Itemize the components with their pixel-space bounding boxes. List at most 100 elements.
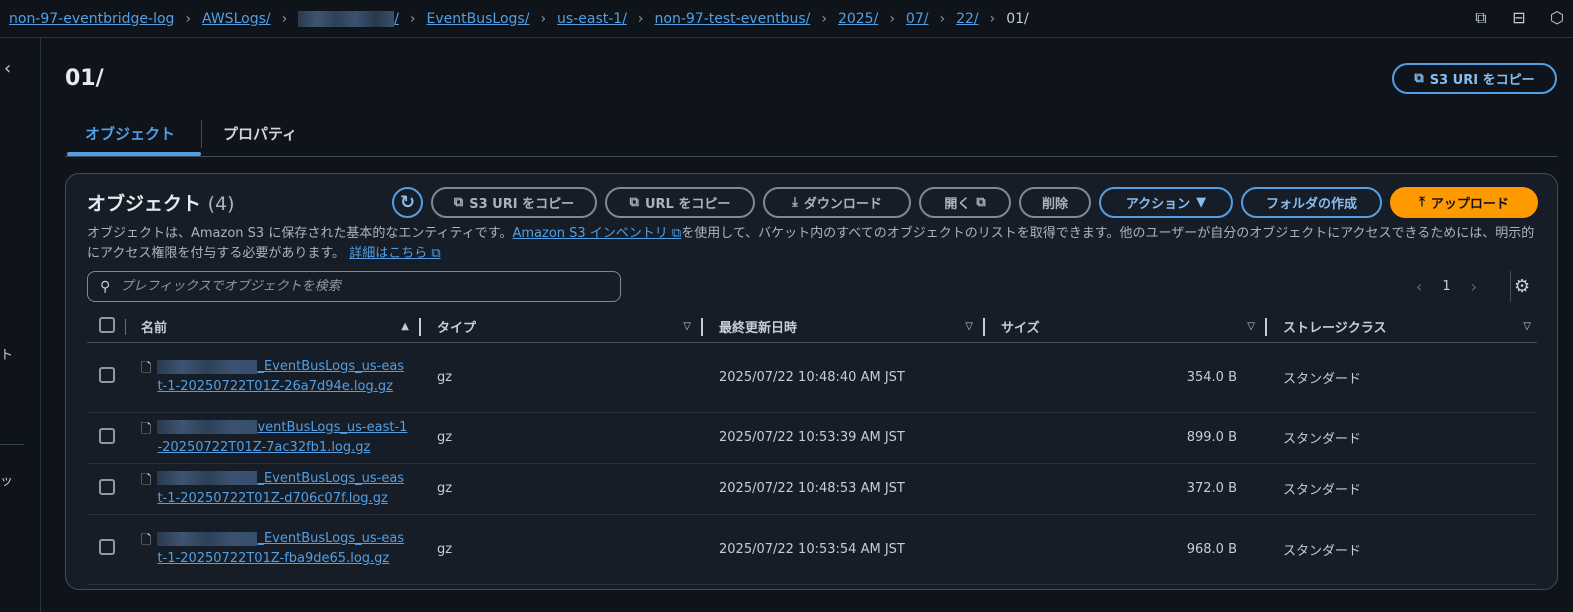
breadcrumb-item[interactable]: AWSLogs/ <box>202 11 271 27</box>
copy-s3-uri-header-button[interactable]: ⧉ S3 URI をコピー <box>1392 63 1557 94</box>
object-link[interactable]: _EventBusLogs_us-east-1-20250722T01Z-fba… <box>157 529 407 569</box>
objects-description: オブジェクトは、Amazon S3 に保存された基本的なエンティティです。Ama… <box>87 226 1535 261</box>
objects-panel: オブジェクト (4) ↻ ⧉ S3 URI をコピー ⧉ URL をコピー ⤓ ダウン… <box>65 173 1558 590</box>
inventory-link[interactable]: Amazon S3 インベントリ ⧉ <box>512 226 681 241</box>
breadcrumb-separator-icon: › <box>889 10 895 27</box>
column-size[interactable]: サイズ ▽ <box>987 312 1269 343</box>
prev-page-icon[interactable]: ‹ <box>1416 277 1422 296</box>
select-all-checkbox[interactable] <box>99 316 115 333</box>
breadcrumb-separator-icon: › <box>409 10 416 27</box>
redacted-segment <box>157 471 258 485</box>
sort-icon: ▽ <box>965 321 973 332</box>
column-resizer[interactable] <box>419 318 421 336</box>
row-checkbox[interactable] <box>99 539 115 555</box>
object-link[interactable]: _EventBusLogs_us-east-1-20250722T01Z-d70… <box>157 469 407 509</box>
page-number[interactable]: 1 <box>1442 279 1450 294</box>
select-all-header <box>87 312 141 343</box>
object-storage-class: スタンダード <box>1269 342 1537 413</box>
upload-button[interactable]: ⤒ アップロード <box>1390 187 1538 218</box>
object-size: 899.0 B <box>987 412 1269 464</box>
row-select-cell <box>87 514 141 585</box>
breadcrumb-item[interactable]: 07/ <box>906 11 929 27</box>
row-checkbox[interactable] <box>99 427 115 444</box>
create-folder-button[interactable]: フォルダの作成 <box>1241 187 1382 218</box>
open-button[interactable]: 開く ⧉ <box>919 187 1011 218</box>
gear-icon[interactable]: ⚙ <box>1514 276 1530 297</box>
row-checkbox[interactable] <box>99 367 115 383</box>
tab-objects[interactable]: オブジェクト <box>85 123 175 144</box>
breadcrumb-item[interactable]: non-97-eventbridge-log <box>9 11 174 27</box>
column-type[interactable]: タイプ ▽ <box>423 312 705 343</box>
collapse-chevron-icon[interactable]: ‹ <box>4 58 11 79</box>
breadcrumb-separator-icon: › <box>939 10 946 27</box>
column-storage-class[interactable]: ストレージクラス ▽ <box>1269 312 1537 343</box>
search-box: ⚲ <box>87 271 621 302</box>
breadcrumb-item[interactable]: / <box>298 10 399 27</box>
object-link[interactable]: ventBusLogs_us-east-1-20250722T01Z-7ac32… <box>157 418 407 458</box>
screen-search-icon[interactable]: ⧉ <box>1471 8 1491 28</box>
object-size: 372.0 B <box>987 463 1269 515</box>
row-select-cell <box>87 463 141 515</box>
tab-divider <box>201 120 202 148</box>
refresh-button[interactable]: ↻ <box>392 187 423 218</box>
pager-divider <box>1510 271 1511 302</box>
object-modified: 2025/07/22 10:53:39 AM JST <box>705 412 987 464</box>
details-link[interactable]: 詳細はこちら ⧉ <box>349 246 440 261</box>
object-count: (4) <box>207 193 235 215</box>
breadcrumb-separator-icon: › <box>281 10 288 27</box>
redacted-segment <box>157 531 258 546</box>
copy-icon: ⧉ <box>453 195 464 210</box>
redacted-segment <box>298 10 395 27</box>
tab-properties[interactable]: プロパティ <box>223 123 297 144</box>
sort-icon: ▽ <box>1523 321 1531 332</box>
download-button[interactable]: ⤓ ダウンロード <box>763 187 911 218</box>
column-resizer[interactable] <box>1265 318 1267 336</box>
table-row: 🗋 _EventBusLogs_us-east-1-20250722T01Z-26… <box>87 342 1537 413</box>
file-icon: 🗋 <box>141 361 152 376</box>
panel-icon[interactable]: ⊟ <box>1509 8 1529 28</box>
table-row: 🗋 ventBusLogs_us-east-1-20250722T01Z-7ac3… <box>87 412 1537 464</box>
object-size: 968.0 B <box>987 514 1269 585</box>
object-size: 354.0 B <box>987 342 1269 413</box>
upload-icon: ⤒ <box>1419 195 1425 210</box>
breadcrumb-separator-icon: › <box>989 10 996 27</box>
object-storage-class: スタンダード <box>1269 412 1537 464</box>
caret-down-icon: ▼ <box>1196 195 1207 210</box>
next-page-icon[interactable]: › <box>1471 277 1477 296</box>
column-name[interactable]: 名前 ▲ <box>141 312 423 343</box>
nav-fragment[interactable]: ト <box>0 344 13 363</box>
settings-hex-icon[interactable]: ⬡ <box>1547 8 1567 28</box>
table-row: 🗋 _EventBusLogs_us-east-1-20250722T01Z-d7… <box>87 463 1537 515</box>
external-link-icon: ⧉ <box>976 195 986 210</box>
breadcrumb-item[interactable]: 2025/ <box>838 11 878 27</box>
copy-s3-uri-button[interactable]: ⧉ S3 URI をコピー <box>431 187 597 218</box>
object-name-cell: 🗋 ventBusLogs_us-east-1-20250722T01Z-7ac3… <box>141 412 423 464</box>
sort-icon: ▽ <box>683 321 691 332</box>
redacted-segment <box>157 359 258 374</box>
left-nav: ‹ ト ッ <box>0 38 41 612</box>
column-resizer[interactable] <box>701 318 703 336</box>
actions-dropdown-button[interactable]: アクション ▼ <box>1099 187 1233 218</box>
breadcrumb-item: 01/ <box>1006 10 1029 27</box>
delete-button[interactable]: 削除 <box>1019 187 1091 218</box>
column-resizer[interactable] <box>983 318 985 336</box>
object-link[interactable]: _EventBusLogs_us-east-1-20250722T01Z-26a… <box>157 357 407 397</box>
row-checkbox[interactable] <box>99 478 115 495</box>
active-tab-indicator <box>67 152 201 156</box>
top-toolbar: ⧉ ⊟ ⬡ <box>1471 8 1567 28</box>
nav-divider <box>0 444 24 445</box>
breadcrumb-item[interactable]: 22/ <box>956 11 979 27</box>
search-input[interactable] <box>120 279 601 294</box>
breadcrumb-item[interactable]: us-east-1/ <box>557 11 627 27</box>
column-modified[interactable]: 最終更新日時 ▽ <box>705 312 987 343</box>
redacted-segment <box>157 420 258 434</box>
breadcrumb-separator-icon: › <box>540 10 547 27</box>
table-row: 🗋 _EventBusLogs_us-east-1-20250722T01Z-fb… <box>87 514 1537 585</box>
nav-fragment[interactable]: ッ <box>0 470 13 489</box>
breadcrumb-item[interactable]: EventBusLogs/ <box>427 11 530 27</box>
object-storage-class: スタンダード <box>1269 514 1537 585</box>
copy-url-button[interactable]: ⧉ URL をコピー <box>605 187 755 218</box>
breadcrumb-item[interactable]: non-97-test-eventbus/ <box>655 11 811 27</box>
row-select-cell <box>87 342 141 413</box>
download-icon: ⤓ <box>792 195 798 210</box>
